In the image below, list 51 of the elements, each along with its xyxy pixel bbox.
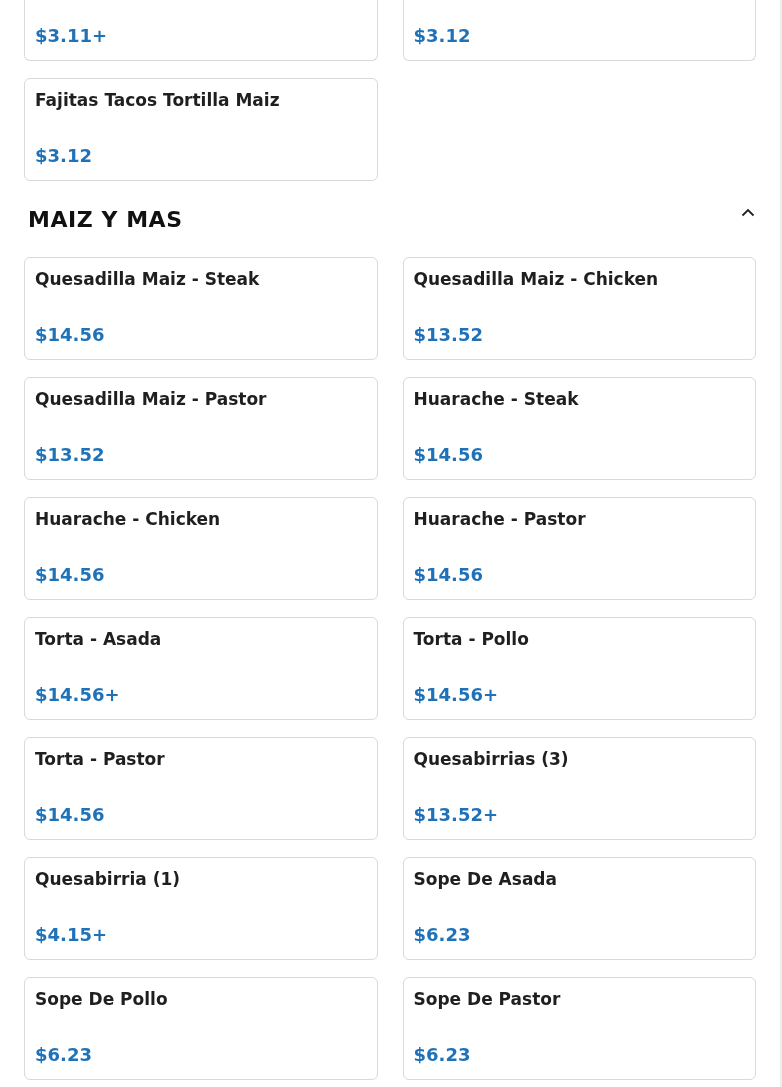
menu-item-card[interactable]: Quesadilla Maiz - Chicken $13.52 (402, 257, 756, 360)
menu-item-card[interactable]: Sope De Pollo $6.23 (24, 977, 378, 1080)
item-name: Fajitas Tacos Tortilla Maiz (35, 89, 281, 112)
item-price: $14.56 (413, 443, 484, 467)
menu-item-card[interactable]: Sope De Pastor $6.23 (402, 977, 756, 1080)
item-price: $14.56 (413, 563, 484, 587)
item-price: $14.56+ (413, 683, 500, 707)
item-price: $13.52 (35, 443, 106, 467)
item-price: $3.11+ (35, 24, 109, 48)
item-name: Quesadilla Maiz - Pastor (35, 388, 268, 411)
item-name: Sope De Pollo (35, 988, 169, 1011)
item-name: Huarache - Steak (413, 388, 580, 411)
item-price: $6.23 (413, 1043, 472, 1067)
item-name: Huarache - Chicken (35, 508, 222, 531)
menu-item-card[interactable]: Quesabirria (1) $4.15+ (24, 857, 378, 960)
item-name: Quesadilla Maiz - Steak (35, 268, 261, 291)
menu-item-card[interactable]: Torta - Asada $14.56+ (24, 617, 378, 720)
menu-item-card[interactable]: $3.11+ (24, 0, 378, 61)
item-name: Sope De Pastor (413, 988, 562, 1011)
item-price: $14.56 (35, 323, 106, 347)
item-name: Huarache - Pastor (413, 508, 587, 531)
menu-item-card[interactable]: Torta - Pollo $14.56+ (402, 617, 756, 720)
item-name: Torta - Asada (35, 628, 163, 651)
menu-item-card[interactable]: Quesadilla Maiz - Pastor $13.52 (24, 377, 378, 480)
item-name: Torta - Pastor (35, 748, 166, 771)
chevron-up-icon[interactable] (741, 207, 755, 217)
menu-item-card[interactable]: Huarache - Steak $14.56 (402, 377, 756, 480)
menu-item-card[interactable]: Quesadilla Maiz - Steak $14.56 (24, 257, 378, 360)
item-price: $3.12 (35, 144, 93, 168)
item-price: $14.56+ (35, 683, 121, 707)
menu-item-card[interactable]: Sope De Asada $6.23 (402, 857, 756, 960)
item-name: Quesabirrias (3) (413, 748, 570, 771)
item-price: $6.23 (35, 1043, 93, 1067)
item-name: Sope De Asada (413, 868, 558, 891)
menu-item-card[interactable]: $3.12 (402, 0, 756, 61)
item-price: $14.56 (35, 563, 106, 587)
menu-item-card[interactable]: Quesabirrias (3) $13.52+ (402, 737, 756, 840)
item-price: $4.15+ (35, 923, 109, 947)
item-name: Quesabirria (1) (35, 868, 182, 891)
item-price: $3.12 (413, 24, 472, 48)
item-name: Quesadilla Maiz - Chicken (413, 268, 660, 291)
item-price: $6.23 (413, 923, 472, 947)
section-title: MAIZ Y MAS (28, 205, 183, 234)
menu-item-card[interactable]: Huarache - Pastor $14.56 (402, 497, 756, 600)
item-price: $13.52+ (413, 803, 500, 827)
item-price: $14.56 (35, 803, 106, 827)
menu-item-card[interactable]: Huarache - Chicken $14.56 (24, 497, 378, 600)
menu-item-card[interactable]: Torta - Pastor $14.56 (24, 737, 378, 840)
item-price: $13.52 (413, 323, 484, 347)
item-name: Torta - Pollo (413, 628, 530, 651)
menu-item-card[interactable]: Fajitas Tacos Tortilla Maiz $3.12 (24, 78, 378, 181)
